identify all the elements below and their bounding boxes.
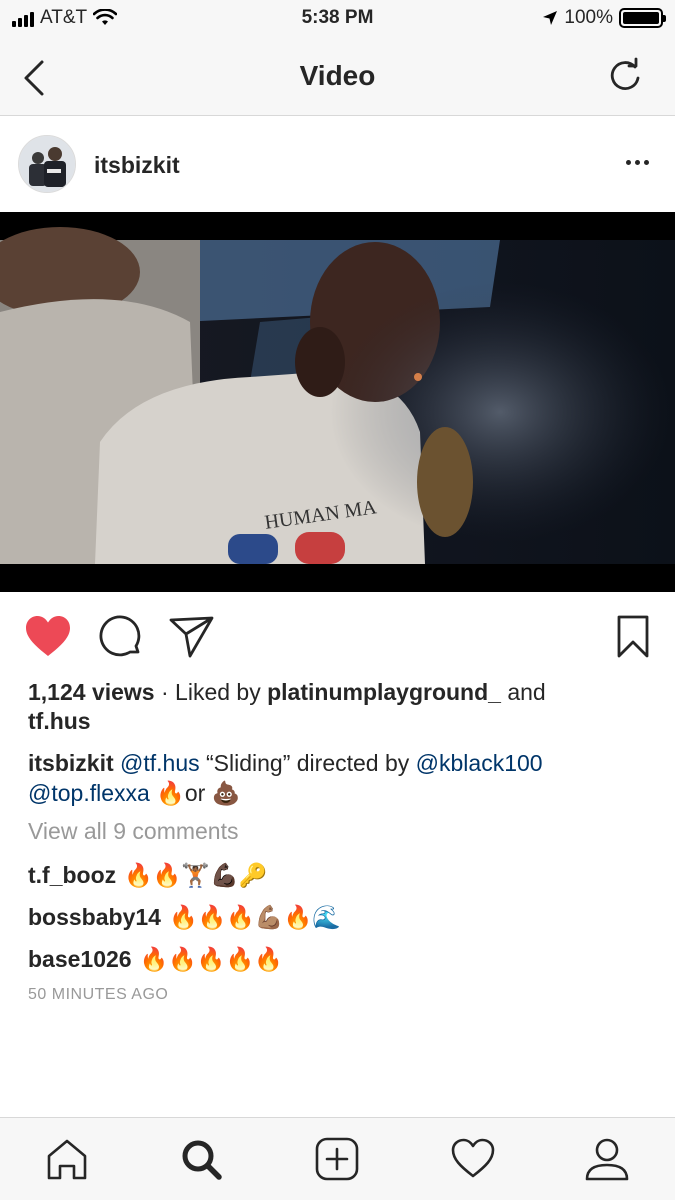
navigation-bar: Video [0, 38, 675, 116]
video-player[interactable]: HUMAN MA [0, 212, 675, 592]
poop-emoji: 💩 [211, 780, 241, 806]
fire-emoji: 🔥 [156, 780, 185, 806]
post-caption: itsbizkit @tf.hus “Sliding” directed by … [28, 748, 648, 808]
refresh-icon[interactable] [605, 56, 645, 96]
tab-bar [0, 1117, 675, 1200]
view-all-comments-link[interactable]: View all 9 comments [28, 818, 239, 845]
page-title: Video [299, 60, 376, 91]
post-header: itsbizkit [0, 116, 675, 212]
location-arrow-icon [543, 11, 558, 25]
add-post-icon[interactable] [314, 1136, 360, 1182]
comment-item: bossbaby14 🔥🔥🔥💪🏽🔥🌊 [28, 902, 341, 932]
caption-author[interactable]: itsbizkit [28, 750, 114, 776]
post-username[interactable]: itsbizkit [94, 152, 180, 179]
mention-top-flexxa[interactable]: @top.flexxa [28, 780, 150, 806]
more-options-icon[interactable] [626, 160, 649, 165]
like-heart-icon[interactable] [24, 614, 72, 660]
liked-by-prefix: · Liked by [154, 679, 268, 705]
comment-username[interactable]: base1026 [28, 946, 132, 972]
mention-kblack100[interactable]: @kblack100 [416, 750, 543, 776]
home-icon[interactable] [44, 1136, 90, 1182]
comment-text: 🔥🔥🔥💪🏽🔥🌊 [168, 904, 341, 930]
comment-item: base1026 🔥🔥🔥🔥🔥 [28, 944, 283, 974]
profile-icon[interactable] [584, 1136, 630, 1182]
caption-text: “Sliding” directed by [199, 750, 416, 776]
view-count[interactable]: 1,124 views [28, 679, 155, 705]
status-bar: AT&T 5:38 PM 100% [0, 0, 675, 38]
battery-group: 100% [542, 7, 666, 29]
liked-by-user-1[interactable]: platinumplayground_ [267, 679, 501, 705]
battery-icon [619, 8, 666, 28]
comment-username[interactable]: t.f_booz [28, 862, 116, 888]
caption-or-text: or [184, 780, 212, 806]
search-icon[interactable] [178, 1136, 224, 1182]
mention-tf-hus[interactable]: @tf.hus [120, 750, 200, 776]
post-timestamp: 50 MINUTES AGO [28, 986, 169, 1003]
post-actions [0, 592, 675, 678]
share-direct-icon[interactable] [168, 614, 216, 660]
comment-username[interactable]: bossbaby14 [28, 904, 161, 930]
comment-icon[interactable] [96, 614, 144, 660]
comment-item: t.f_booz 🔥🔥🏋🏾💪🏿🔑 [28, 860, 267, 890]
save-bookmark-icon[interactable] [610, 614, 658, 660]
comment-text: 🔥🔥🔥🔥🔥 [139, 946, 283, 972]
battery-percent: 100% [564, 7, 613, 28]
avatar[interactable] [18, 135, 76, 193]
video-frame: HUMAN MA [0, 212, 675, 592]
liked-by-and: and [500, 679, 546, 705]
avatar-photo [19, 136, 75, 192]
activity-heart-icon[interactable] [450, 1136, 496, 1182]
comment-text: 🔥🔥🏋🏾💪🏿🔑 [124, 862, 268, 888]
views-and-likes: 1,124 views · Liked by platinumplaygroun… [28, 678, 648, 736]
liked-by-user-2[interactable]: tf.hus [28, 708, 91, 734]
